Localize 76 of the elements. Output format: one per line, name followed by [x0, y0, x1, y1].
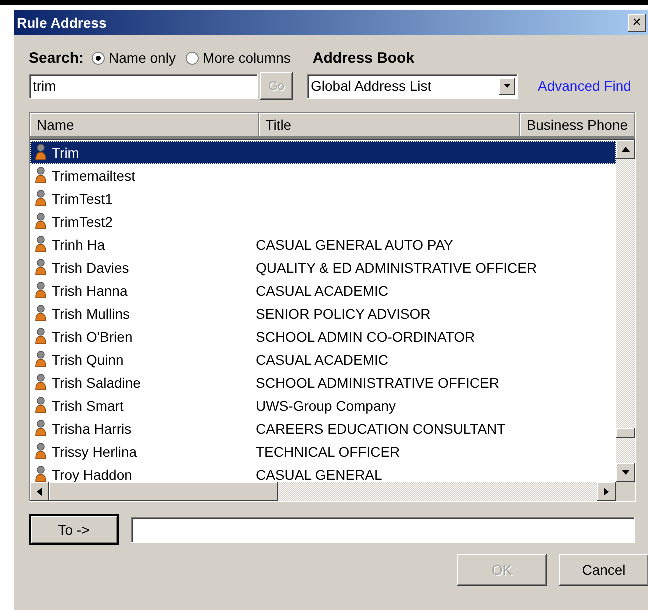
contact-name: Trinh Ha: [52, 236, 106, 252]
person-icon: [35, 374, 47, 391]
contact-name: Trish Hanna: [52, 282, 129, 298]
person-icon: [35, 305, 47, 322]
column-header[interactable]: Title: [258, 113, 520, 137]
contact-name: Trim: [52, 144, 80, 160]
column-header[interactable]: Business Phone: [520, 113, 635, 137]
contact-name: Trish Smart: [52, 398, 125, 414]
contact-name: Trisha Harris: [52, 420, 133, 436]
window-title: Rule Address: [17, 14, 107, 30]
address-book-label: Address Book: [312, 50, 415, 66]
contact-name: Trimemailtest: [52, 168, 136, 184]
person-icon: [35, 144, 47, 161]
contact-title: SCHOOL ADMIN CO-ORDINATOR: [256, 328, 476, 344]
advanced-find-link[interactable]: Advanced Find: [538, 78, 632, 94]
address-book-dropdown[interactable]: Global Address List: [307, 74, 518, 98]
vertical-scrollbar[interactable]: [616, 140, 635, 482]
contact-row[interactable]: Trimemailtest: [30, 164, 616, 187]
contact-title: QUALITY & ED ADMINISTRATIVE OFFICER: [256, 260, 538, 276]
person-icon: [35, 236, 47, 253]
contact-row[interactable]: Trish Quinn CASUAL ACADEMIC: [30, 348, 616, 371]
scroll-down-arrow-icon[interactable]: [622, 470, 630, 475]
person-icon: [35, 213, 47, 230]
search-field[interactable]: trim: [29, 74, 258, 98]
contact-row[interactable]: Trish Davies QUALITY & ED ADMINISTRATIVE OFFICER: [30, 256, 616, 279]
contact-title: CASUAL ACADEMIC: [256, 352, 389, 368]
contact-title: CAREERS EDUCATION CONSULTANT: [256, 420, 506, 436]
contact-row[interactable]: Trish O'Brien SCHOOL ADMIN CO-ORDINATOR: [30, 325, 616, 348]
person-icon: [35, 282, 47, 299]
contact-title: UWS-Group Company: [256, 398, 396, 414]
contact-title: SENIOR POLICY ADVISOR: [256, 306, 431, 322]
person-icon: [35, 351, 47, 368]
search-label: Search:: [29, 50, 84, 66]
contact-name: Trish Quinn: [52, 352, 125, 368]
person-icon: [35, 397, 47, 414]
contact-name: Trish Mullins: [52, 306, 132, 322]
contact-row[interactable]: Trissy Herlina TECHNICAL OFFICER: [30, 440, 616, 463]
contact-row[interactable]: Trim: [30, 141, 616, 164]
contact-name: Trish Davies: [52, 260, 130, 276]
contact-name: Trish O'Brien: [52, 328, 134, 344]
scroll-right-arrow-icon[interactable]: [604, 488, 609, 496]
contact-row[interactable]: Trish Smart UWS-Group Company: [30, 394, 616, 417]
contact-row[interactable]: Trish Hanna CASUAL ACADEMIC: [30, 279, 616, 302]
contact-name: Trissy Herlina: [52, 444, 138, 460]
person-icon: [35, 328, 47, 345]
contact-name: Trish Saladine: [52, 374, 142, 390]
person-icon: [35, 443, 47, 460]
contact-row[interactable]: Trisha Harris CAREERS EDUCATION CONSULTANT: [30, 417, 616, 440]
scroll-up-arrow-icon[interactable]: [622, 147, 630, 152]
scroll-thumb[interactable]: [616, 428, 635, 438]
contact-row[interactable]: TrimTest1: [30, 187, 616, 210]
person-icon: [35, 167, 47, 184]
contact-name: TrimTest1: [52, 190, 114, 206]
scroll-thumb[interactable]: [49, 482, 278, 501]
contact-row[interactable]: Trish Mullins SENIOR POLICY ADVISOR: [30, 302, 616, 325]
person-icon: [35, 466, 47, 482]
column-header[interactable]: Name: [30, 113, 259, 137]
contact-title: CASUAL ACADEMIC: [256, 282, 389, 298]
person-icon: [35, 420, 47, 437]
contact-row[interactable]: TrimTest2: [30, 210, 616, 233]
close-button[interactable]: ×: [628, 14, 646, 32]
contact-title: SCHOOL ADMINISTRATIVE OFFICER: [256, 374, 500, 390]
to-field[interactable]: [131, 516, 635, 542]
dialog-button[interactable]: Cancel: [559, 554, 648, 586]
contact-row[interactable]: Trinh Ha CASUAL GENERAL AUTO PAY: [30, 233, 616, 256]
radio-option[interactable]: Name only: [92, 50, 176, 66]
contact-name: TrimTest2: [52, 214, 114, 230]
contact-title: CASUAL GENERAL AUTO PAY: [256, 236, 454, 252]
radio-option[interactable]: More columns: [186, 50, 291, 66]
contact-title: CASUAL GENERAL: [256, 466, 382, 482]
contact-row[interactable]: Trish Saladine SCHOOL ADMINISTRATIVE OFFICER: [30, 371, 616, 394]
contact-title: TECHNICAL OFFICER: [256, 444, 400, 460]
person-icon: [35, 190, 47, 207]
to-button[interactable]: To ->: [29, 514, 119, 545]
scroll-left-arrow-icon[interactable]: [37, 488, 42, 496]
person-icon: [35, 259, 47, 276]
